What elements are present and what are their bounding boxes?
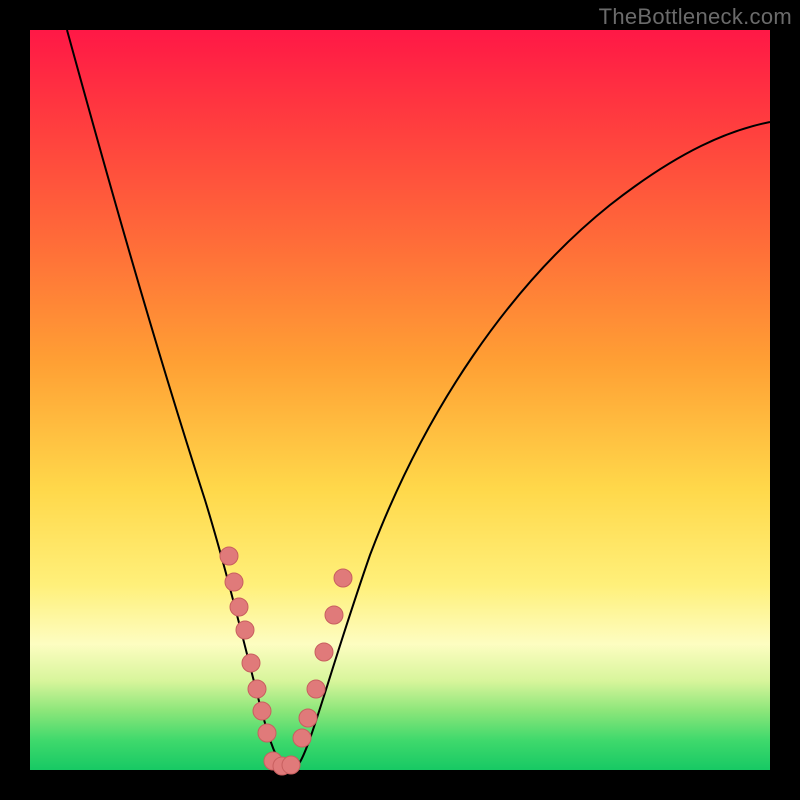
bead [325,606,343,624]
bead [307,680,325,698]
bead [282,756,300,774]
bead [242,654,260,672]
curve-layer [30,30,770,770]
plot-area [30,30,770,770]
bottleneck-curve [67,30,770,767]
bead [220,547,238,565]
bead [236,621,254,639]
bead [315,643,333,661]
bead [225,573,243,591]
bead [248,680,266,698]
bead [299,709,317,727]
watermark-text: TheBottleneck.com [599,4,792,30]
bead [258,724,276,742]
bead [230,598,248,616]
chart-frame: TheBottleneck.com [0,0,800,800]
bead [253,702,271,720]
bead [293,729,311,747]
bead [334,569,352,587]
